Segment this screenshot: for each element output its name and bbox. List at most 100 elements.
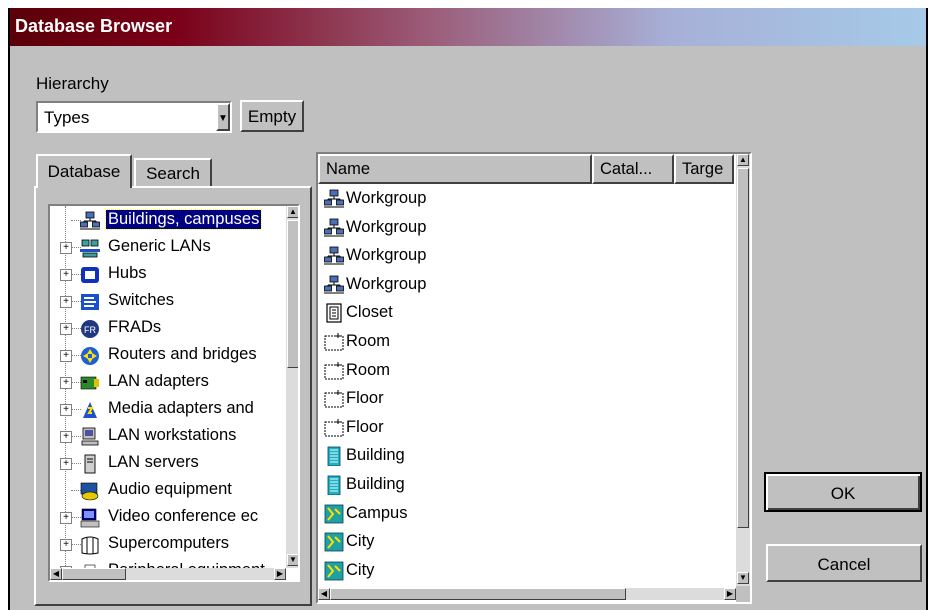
workgroup-icon (80, 211, 100, 231)
scroll-down-icon[interactable]: ▼ (737, 572, 749, 584)
expand-plus-icon[interactable]: + (60, 269, 72, 281)
list-horizontal-scrollbar[interactable]: ◀ ▶ (318, 588, 736, 600)
column-header-target[interactable]: Targe (674, 154, 734, 184)
server-icon (80, 454, 100, 474)
ok-button[interactable]: OK (764, 472, 922, 512)
list-row[interactable]: Workgroup (318, 186, 718, 213)
tree-scroll-thumb[interactable] (287, 220, 298, 368)
scroll-down-icon[interactable]: ▼ (287, 554, 298, 566)
expand-plus-icon[interactable]: + (60, 323, 72, 335)
hub-icon (80, 265, 100, 285)
list-vertical-scrollbar[interactable]: ▲ ▼ (736, 154, 750, 586)
tree-item-label: LAN workstations (108, 426, 237, 444)
list-row[interactable]: Building (318, 472, 718, 499)
cancel-button[interactable]: Cancel (766, 544, 922, 582)
hierarchy-label: Hierarchy (36, 74, 109, 93)
tree-vertical-scrollbar[interactable]: ▲ ▼ (286, 206, 298, 568)
scroll-up-icon[interactable]: ▲ (737, 154, 749, 166)
list-row[interactable]: Floor (318, 415, 718, 442)
list-row[interactable]: Workgroup (318, 272, 718, 299)
svg-text:FR: FR (84, 325, 96, 335)
expand-plus-icon[interactable]: + (60, 404, 72, 416)
tree-item-label: FRADs (108, 318, 162, 336)
list-row-name: Building (346, 475, 405, 493)
expand-plus-icon[interactable]: + (60, 296, 72, 308)
empty-button[interactable]: Empty (240, 100, 304, 132)
title-bar[interactable]: Database Browser (10, 8, 926, 46)
tree-item[interactable]: + Routers and bridges (50, 343, 290, 370)
tree-item-label: Routers and bridges (108, 345, 257, 363)
building-icon (324, 446, 344, 467)
scroll-left-icon[interactable]: ◀ (50, 568, 62, 580)
list-row[interactable]: Workgroup (318, 215, 718, 242)
tab-search[interactable]: Search (134, 158, 212, 188)
tree-item[interactable]: + Generic LANs (50, 235, 290, 262)
list-row[interactable]: City (318, 529, 718, 556)
workgroup-icon (324, 275, 344, 296)
items-list-view[interactable]: Name Catal... Targe Workgroup Workgroup Wo… (316, 152, 752, 604)
tree-item[interactable]: + LAN adapters (50, 370, 290, 397)
tree-item[interactable]: + Hubs (50, 262, 290, 289)
column-header-name[interactable]: Name (318, 154, 592, 184)
list-row[interactable]: Workgroup (318, 243, 718, 270)
resize-grip-icon[interactable] (736, 586, 750, 602)
scroll-right-icon[interactable]: ▶ (274, 568, 286, 580)
expand-plus-icon[interactable]: + (60, 458, 72, 470)
list-row[interactable]: Building (318, 443, 718, 470)
scroll-left-icon[interactable]: ◀ (318, 588, 330, 600)
frad-icon: FR (80, 319, 100, 339)
list-row[interactable]: Closet (318, 300, 718, 327)
list-row-name: Room (346, 360, 391, 379)
scroll-right-icon[interactable]: ▶ (724, 588, 736, 600)
list-row-name: Room (346, 332, 391, 350)
type-tree[interactable]: Buildings, campuses + Generic LANs + Hubs + Sw… (48, 204, 300, 582)
tree-item[interactable]: + Switches (50, 289, 290, 316)
tree-item[interactable]: + Supercomputers (50, 532, 290, 559)
list-row[interactable]: Room (318, 329, 718, 356)
room-icon (324, 332, 344, 353)
tree-item[interactable]: + Media adapters and (50, 397, 290, 424)
campus-icon (324, 504, 344, 525)
expand-plus-icon[interactable]: + (60, 431, 72, 443)
video-conference-icon (80, 508, 100, 528)
workgroup-icon (324, 246, 344, 267)
tree-item-label: Media adapters and (108, 399, 254, 417)
list-row-name: Workgroup (346, 274, 427, 293)
hierarchy-select[interactable]: Types ▼ (36, 101, 232, 133)
list-row[interactable]: City (318, 558, 718, 585)
workstation-icon (80, 427, 100, 447)
column-header-catalog[interactable]: Catal... (592, 154, 674, 184)
expand-plus-icon[interactable]: + (60, 350, 72, 362)
list-row[interactable]: Floor (318, 386, 718, 413)
tree-horizontal-scrollbar[interactable]: ◀ ▶ (50, 568, 286, 580)
tree-item[interactable]: + LAN workstations (50, 424, 290, 451)
tab-database[interactable]: Database (36, 154, 132, 188)
tree-item-label: Buildings, campuses (104, 209, 263, 230)
tree-item[interactable]: Audio equipment (50, 478, 290, 505)
tree-hscroll-thumb[interactable] (62, 568, 126, 580)
tree-item[interactable]: Buildings, campuses (50, 208, 290, 235)
room-icon (324, 361, 344, 382)
list-row[interactable]: Room (318, 358, 718, 385)
expand-plus-icon[interactable]: + (60, 377, 72, 389)
dropdown-arrow-icon[interactable]: ▼ (216, 103, 230, 131)
workgroup-icon (324, 218, 344, 239)
tree-item-label: LAN adapters (108, 372, 209, 390)
closet-icon (324, 303, 344, 324)
tree-item[interactable]: + LAN servers (50, 451, 290, 478)
floor-icon (324, 418, 344, 439)
scroll-up-icon[interactable]: ▲ (287, 206, 298, 218)
floor-icon (324, 389, 344, 410)
expand-plus-icon[interactable]: + (60, 512, 72, 524)
expand-plus-icon[interactable]: + (60, 539, 72, 551)
building-icon (324, 475, 344, 496)
list-row-name: City (346, 532, 375, 551)
tree-item[interactable]: + FR FRADs (50, 316, 290, 343)
tree-item[interactable]: + Video conference ec (50, 505, 290, 532)
window-title: Database Browser (15, 16, 173, 36)
list-row[interactable]: Campus (318, 501, 718, 528)
expand-plus-icon[interactable]: + (60, 242, 72, 254)
list-row-name: Building (346, 446, 405, 465)
list-hscroll-thumb[interactable] (330, 588, 626, 600)
list-scroll-thumb[interactable] (737, 168, 749, 528)
